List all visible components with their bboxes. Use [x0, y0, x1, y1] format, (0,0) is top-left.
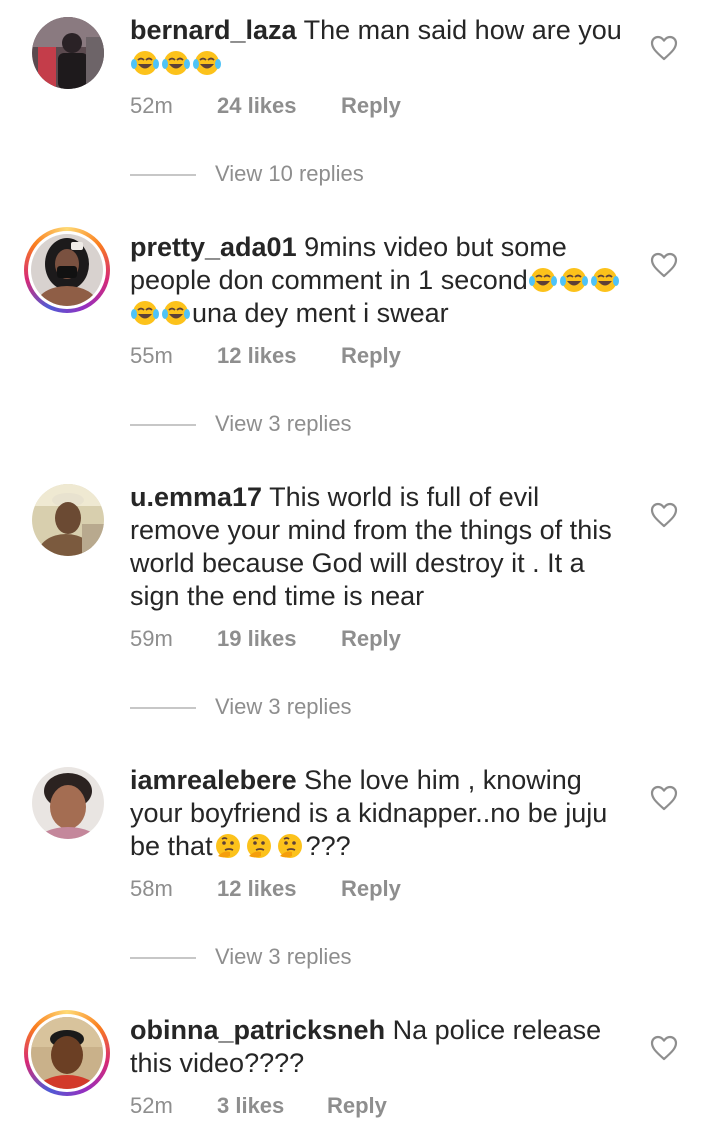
thinking-emoji-icon: [213, 832, 243, 860]
reply-button[interactable]: Reply: [341, 93, 401, 119]
comment-timestamp: 58m: [130, 876, 173, 901]
comment-text: obinna_patricksneh Na police release thi…: [130, 1014, 630, 1080]
comment-meta: 58m 12 likes Reply: [130, 876, 401, 902]
heart-outline-icon[interactable]: [650, 35, 678, 61]
view-replies-label: View 3 replies: [215, 411, 352, 436]
avatar[interactable]: [32, 767, 104, 839]
comment-text: u.emma17 This world is full of evil remo…: [130, 481, 630, 613]
comment-likes[interactable]: 24 likes: [217, 93, 341, 119]
comment-meta: 52m 24 likes Reply: [130, 93, 401, 119]
heart-outline-icon[interactable]: [650, 502, 678, 528]
comment-likes[interactable]: 12 likes: [217, 876, 341, 902]
laughing-emoji-icon: [192, 49, 222, 77]
laughing-emoji-icon: [130, 49, 160, 77]
comment-meta: 52m 3 likes Reply: [130, 1093, 387, 1119]
divider-line: [130, 957, 196, 959]
comment-timestamp: 52m: [130, 1093, 173, 1118]
avatar[interactable]: [32, 484, 104, 556]
view-replies-label: View 10 replies: [215, 161, 364, 186]
laughing-emoji-icon: [161, 299, 191, 327]
comment-body: ???: [305, 831, 351, 861]
divider-line: [130, 707, 196, 709]
divider-line: [130, 424, 196, 426]
comment-likes[interactable]: 3 likes: [217, 1093, 327, 1119]
comment-body: The man said how are you: [296, 15, 622, 45]
thinking-emoji-icon: [244, 832, 274, 860]
story-ring[interactable]: [24, 227, 110, 313]
comment-meta: 59m 19 likes Reply: [130, 626, 401, 652]
reply-button[interactable]: Reply: [327, 1093, 387, 1119]
comment-text: pretty_ada01 9mins video but some people…: [130, 231, 630, 330]
comment-timestamp: 52m: [130, 93, 173, 118]
reply-button[interactable]: Reply: [341, 343, 401, 369]
comment-username[interactable]: bernard_laza: [130, 15, 297, 45]
comment-body: una dey ment i swear: [192, 298, 449, 328]
laughing-emoji-icon: [130, 299, 160, 327]
heart-outline-icon[interactable]: [650, 1035, 678, 1061]
comment-username[interactable]: iamrealebere: [130, 765, 297, 795]
reply-button[interactable]: Reply: [341, 876, 401, 902]
laughing-emoji-icon: [528, 266, 558, 294]
laughing-emoji-icon: [559, 266, 589, 294]
heart-outline-icon[interactable]: [650, 785, 678, 811]
comment-meta: 55m 12 likes Reply: [130, 343, 401, 369]
avatar[interactable]: [31, 1017, 103, 1089]
thinking-emoji-icon: [275, 832, 305, 860]
comment-username[interactable]: obinna_patricksneh: [130, 1015, 385, 1045]
laughing-emoji-icon: [590, 266, 620, 294]
view-replies-label: View 3 replies: [215, 944, 352, 969]
view-replies-label: View 3 replies: [215, 694, 352, 719]
laughing-emoji-icon: [161, 49, 191, 77]
comment-likes[interactable]: 19 likes: [217, 626, 341, 652]
heart-outline-icon[interactable]: [650, 252, 678, 278]
comment-username[interactable]: pretty_ada01: [130, 232, 297, 262]
comment-likes[interactable]: 12 likes: [217, 343, 341, 369]
divider-line: [130, 174, 196, 176]
comment-timestamp: 55m: [130, 343, 173, 368]
avatar[interactable]: [31, 234, 103, 306]
avatar[interactable]: [32, 17, 104, 89]
comment-text: iamrealebere She love him , knowing your…: [130, 764, 630, 863]
reply-button[interactable]: Reply: [341, 626, 401, 652]
comment-timestamp: 59m: [130, 626, 173, 651]
comment-text: bernard_laza The man said how are you: [130, 14, 630, 80]
story-ring[interactable]: [24, 1010, 110, 1096]
comment-username[interactable]: u.emma17: [130, 482, 262, 512]
